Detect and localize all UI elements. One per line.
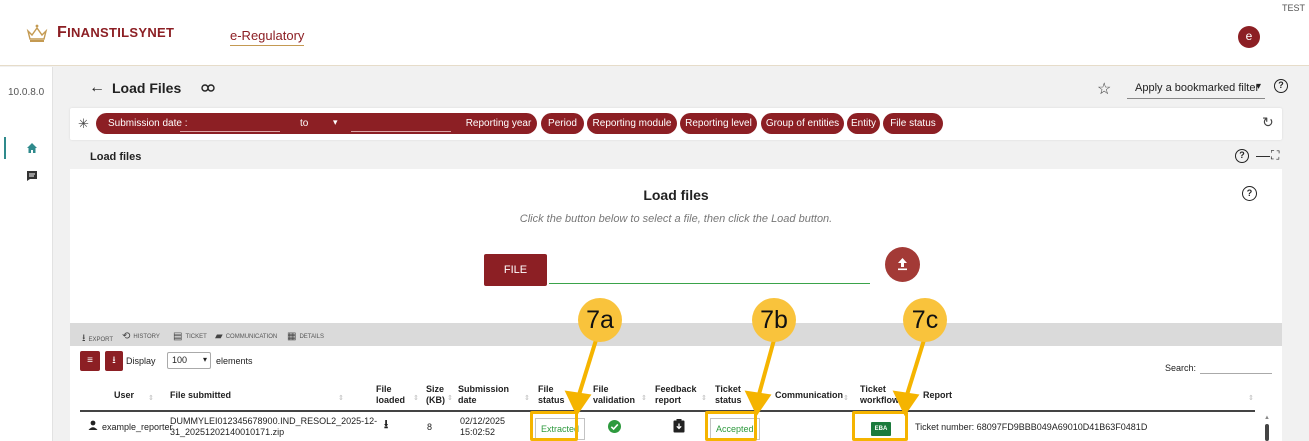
annotation-arrows <box>564 339 926 416</box>
annotation-badge-7c: 7c <box>903 298 947 342</box>
annotation-badge-7a: 7a <box>578 298 622 342</box>
annotation-badge-7b: 7b <box>752 298 796 342</box>
